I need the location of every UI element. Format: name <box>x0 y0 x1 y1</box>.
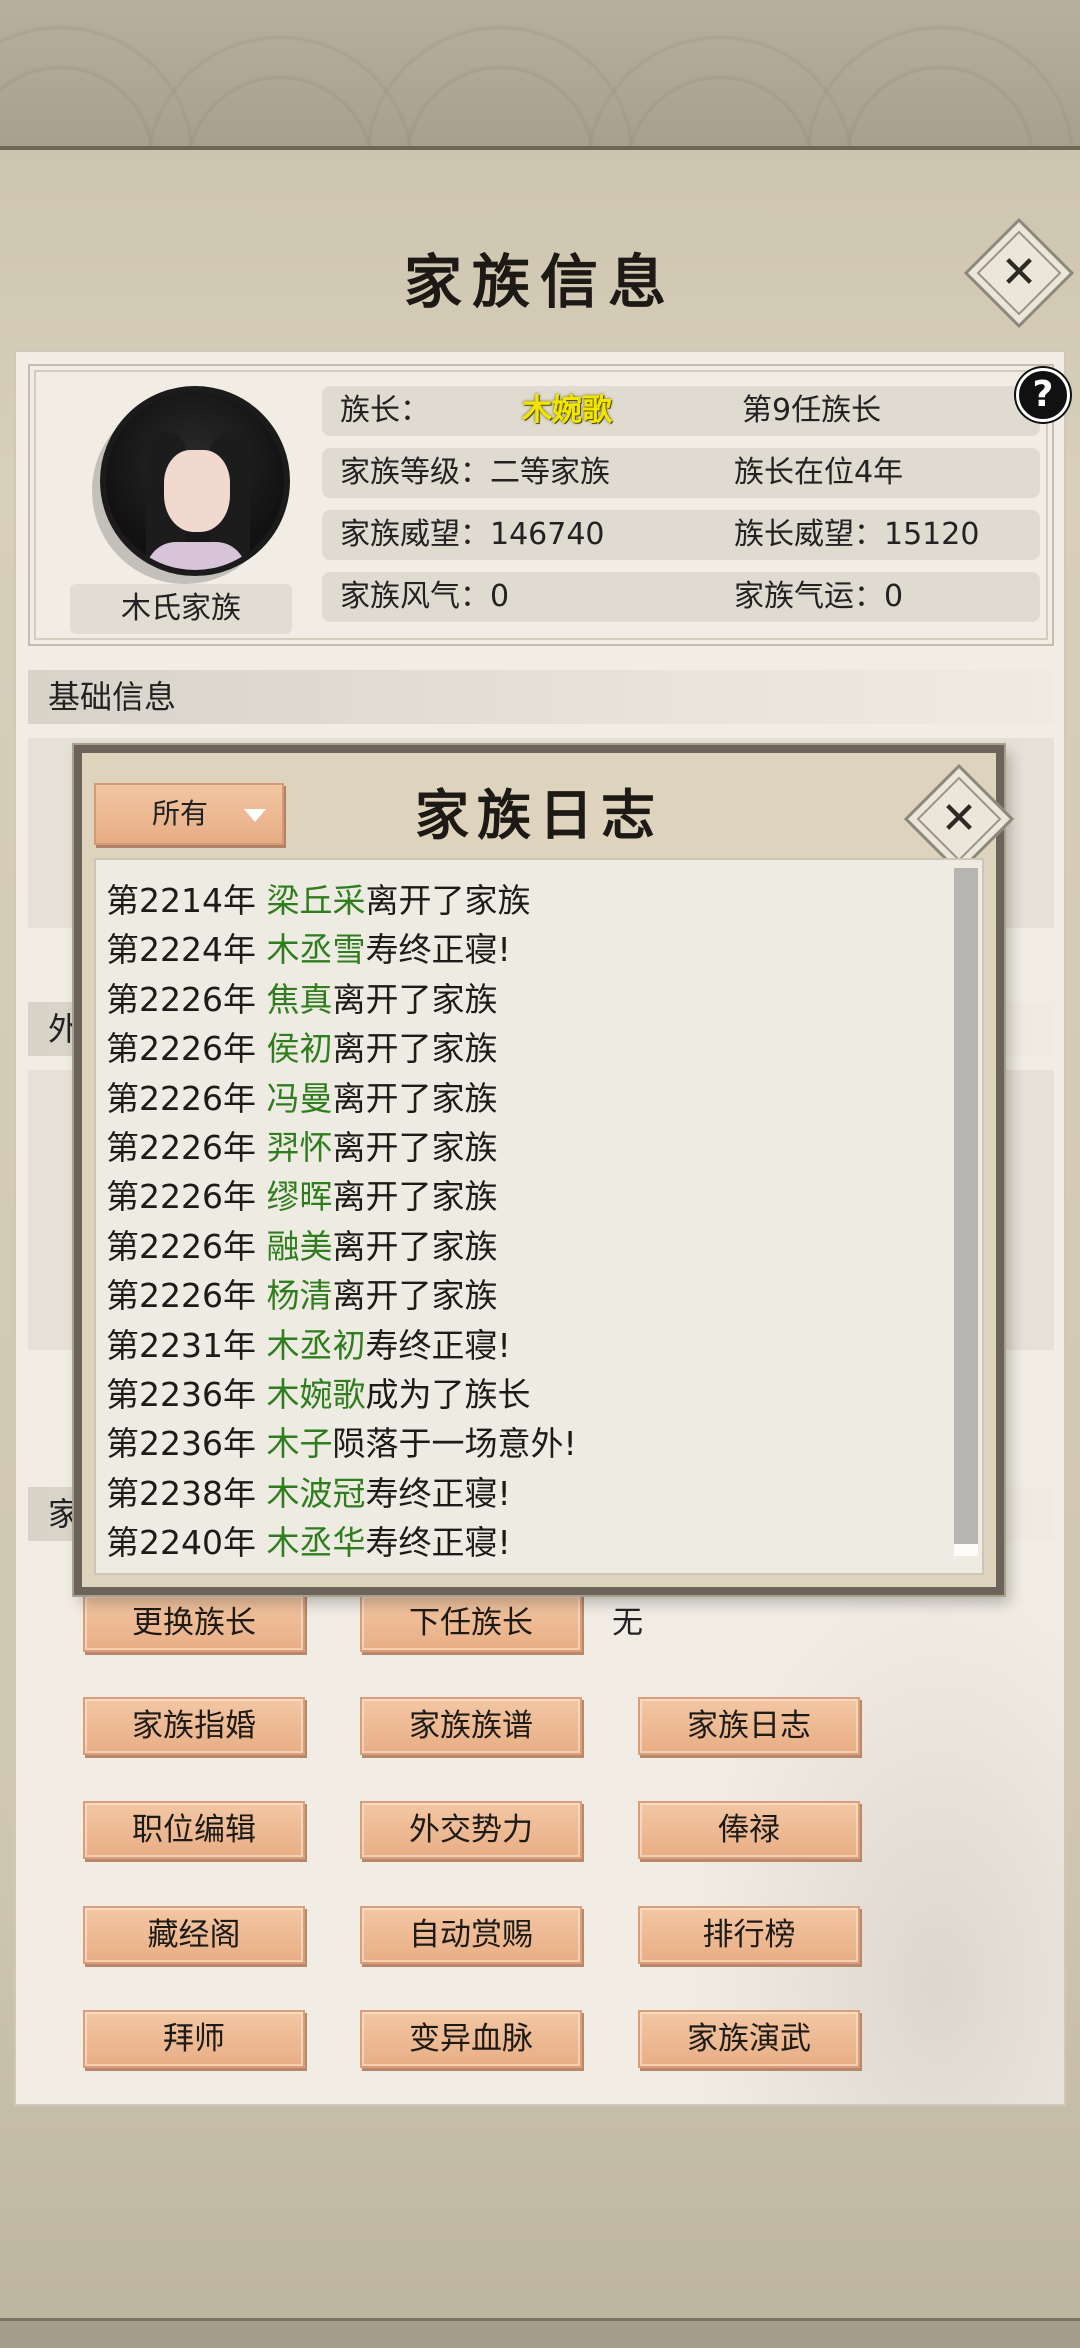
dialog-title: 家族日志 <box>415 783 663 847</box>
family-style: 家族风气：0 <box>340 579 510 614</box>
leader-avatar[interactable] <box>100 386 290 576</box>
log-entry: 第2224年 木丞雪寿终正寝! <box>106 923 511 971</box>
leader-generation: 第9任族长 <box>742 393 882 428</box>
log-entry-person[interactable]: 木子 <box>266 1424 332 1463</box>
log-entry-person[interactable]: 杨清 <box>266 1276 332 1315</box>
log-entry-person[interactable]: 缪晖 <box>266 1177 332 1216</box>
page-title: 家族信息 <box>403 248 676 316</box>
log-entry: 第2236年 木子陨落于一场意外! <box>106 1417 577 1465</box>
log-entry: 第2226年 侯初离开了家族 <box>106 1022 497 1070</box>
log-entry-person[interactable]: 梁丘采 <box>266 881 365 920</box>
family-level: 家族等级：二等家族 <box>340 455 610 490</box>
log-entry: 第2231年 木丞初寿终正寝! <box>106 1319 511 1367</box>
log-entry: 第2226年 杨清离开了家族 <box>106 1269 497 1317</box>
log-entry-event: 离开了家族 <box>332 979 498 1019</box>
style-row: 家族风气：0 家族气运：0 <box>322 572 1040 622</box>
log-entry-year: 第2226年 <box>106 1029 267 1069</box>
screen: 家族信息 ✕ 木氏家族 族长： 木婉歌 第9任族长 家族等级：二等家族 族长在位… <box>0 0 1080 2348</box>
log-entry-event: 寿终正寝! <box>365 1473 511 1513</box>
next-leader-button[interactable]: 下任族长 <box>360 1594 582 1652</box>
log-entry: 第2226年 羿怀离开了家族 <box>106 1121 497 1169</box>
next-leader-value: 无 <box>612 1605 643 1641</box>
leader-name: 木婉歌 <box>522 393 612 428</box>
log-entry: 第2226年 焦真离开了家族 <box>106 973 497 1021</box>
log-entry-year: 第2226年 <box>106 1128 267 1167</box>
log-list[interactable]: 第2240年 木丞华寿终正寝! 第2238年 木波冠寿终正寝! 第2236年 木子陨… <box>94 858 984 1575</box>
family-log-button[interactable]: 家族日志 <box>638 1697 860 1755</box>
log-entry-year: 第2226年 <box>106 1226 267 1266</box>
positions-button[interactable]: 职位编辑 <box>83 1801 305 1859</box>
log-entry-event: 离开了家族 <box>332 1276 498 1316</box>
diplomacy-button[interactable]: 外交势力 <box>360 1801 582 1859</box>
log-entry-person[interactable]: 羿怀 <box>266 1128 332 1167</box>
log-entry-person[interactable]: 木婉歌 <box>266 1375 365 1414</box>
leader-info-box: 木氏家族 族长： 木婉歌 第9任族长 家族等级：二等家族 族长在位4年 家族威望… <box>28 364 1070 646</box>
marriage-button[interactable]: 家族指婚 <box>83 1697 305 1755</box>
leader-prestige: 族长威望：15120 <box>734 517 980 552</box>
log-entry: 第2236年 木婉歌成为了族长 <box>106 1368 530 1416</box>
log-entry-year: 第2224年 <box>106 930 267 970</box>
log-entry: 第2214年 梁丘采离开了家族 <box>106 874 530 922</box>
family-log-dialog: 所有 家族日志 ✕ 第2240年 木丞华寿终正寝! 第2238年 木波冠寿终正寝!… <box>74 745 1015 1595</box>
log-entry: 第2226年 融美离开了家族 <box>106 1220 497 1268</box>
salary-button[interactable]: 俸禄 <box>638 1801 860 1859</box>
log-entry-person[interactable]: 木波冠 <box>266 1474 365 1513</box>
log-entry-year: 第2231年 <box>106 1325 267 1365</box>
log-entry-event: 离开了家族 <box>332 1029 498 1069</box>
log-entry-event: 离开了家族 <box>332 1177 498 1217</box>
log-entry-year: 第2226年 <box>106 979 267 1019</box>
log-entry: 第2226年 冯曼离开了家族 <box>106 1072 497 1120</box>
prestige-row: 家族威望：146740 族长威望：15120 <box>322 510 1040 560</box>
log-entry-year: 第2214年 <box>106 881 267 920</box>
log-entry-person[interactable]: 侯初 <box>266 1029 332 1068</box>
log-entry-person[interactable]: 焦真 <box>266 980 332 1019</box>
family-name: 木氏家族 <box>70 584 292 634</box>
ranking-button[interactable]: 排行榜 <box>638 1906 860 1964</box>
log-entry-event: 离开了家族 <box>332 1226 498 1266</box>
log-entry-year: 第2226年 <box>106 1177 267 1217</box>
martial-button[interactable]: 家族演武 <box>638 2010 860 2068</box>
genealogy-button[interactable]: 家族族谱 <box>360 1697 582 1755</box>
log-entry-event: 离开了家族 <box>332 1128 498 1167</box>
log-entry-year: 第2238年 <box>106 1473 267 1513</box>
log-entry-person[interactable]: 木丞初 <box>266 1326 365 1365</box>
log-entry-event: 陨落于一场意外! <box>332 1424 577 1464</box>
log-entry-event: 寿终正寝! <box>365 1325 511 1365</box>
log-entry-event: 寿终正寝! <box>365 1523 511 1563</box>
log-entry-year: 第2226年 <box>106 1276 267 1316</box>
leader-tenure: 族长在位4年 <box>734 455 904 490</box>
log-entry: 第2226年 缪晖离开了家族 <box>106 1170 497 1218</box>
log-entry-event: 离开了家族 <box>365 881 531 920</box>
auto-reward-button[interactable]: 自动赏赐 <box>360 1906 582 1964</box>
log-entry-person[interactable]: 木丞雪 <box>266 930 365 969</box>
log-entry-event: 成为了族长 <box>365 1375 531 1414</box>
log-entry-year: 第2226年 <box>106 1078 267 1118</box>
bottom-decoration <box>0 2318 1080 2348</box>
leader-label: 族长： <box>340 393 430 428</box>
log-entry-person[interactable]: 木丞华 <box>266 1523 365 1562</box>
library-button[interactable]: 藏经阁 <box>83 1906 305 1964</box>
close-icon: ✕ <box>1000 247 1038 298</box>
section-basic-info: 基础信息 <box>28 670 1054 724</box>
apprentice-button[interactable]: 拜师 <box>83 2010 305 2068</box>
log-entry-year: 第2236年 <box>106 1375 267 1414</box>
leader-row: 族长： 木婉歌 第9任族长 <box>322 386 1040 436</box>
log-entry: 第2240年 木丞华寿终正寝! <box>106 1516 511 1564</box>
scrollbar-thumb[interactable] <box>954 868 978 1544</box>
log-entry-person[interactable]: 融美 <box>266 1227 332 1266</box>
close-icon: ✕ <box>940 793 978 844</box>
log-entry: 第2238年 木波冠寿终正寝! <box>106 1467 511 1515</box>
level-row: 家族等级：二等家族 族长在位4年 <box>322 448 1040 498</box>
log-entry-event: 离开了家族 <box>332 1078 498 1118</box>
bloodline-button[interactable]: 变异血脉 <box>360 2010 582 2068</box>
change-leader-button[interactable]: 更换族长 <box>83 1594 305 1652</box>
log-entry-year: 第2240年 <box>106 1523 267 1563</box>
family-prestige: 家族威望：146740 <box>340 517 605 552</box>
log-entry-year: 第2236年 <box>106 1424 267 1464</box>
log-entry-person[interactable]: 冯曼 <box>266 1079 332 1118</box>
log-entry-event: 寿终正寝! <box>365 930 511 970</box>
family-fortune: 家族气运：0 <box>734 579 904 614</box>
help-icon[interactable]: ? <box>1016 368 1070 422</box>
top-wave-decoration <box>0 0 1080 150</box>
